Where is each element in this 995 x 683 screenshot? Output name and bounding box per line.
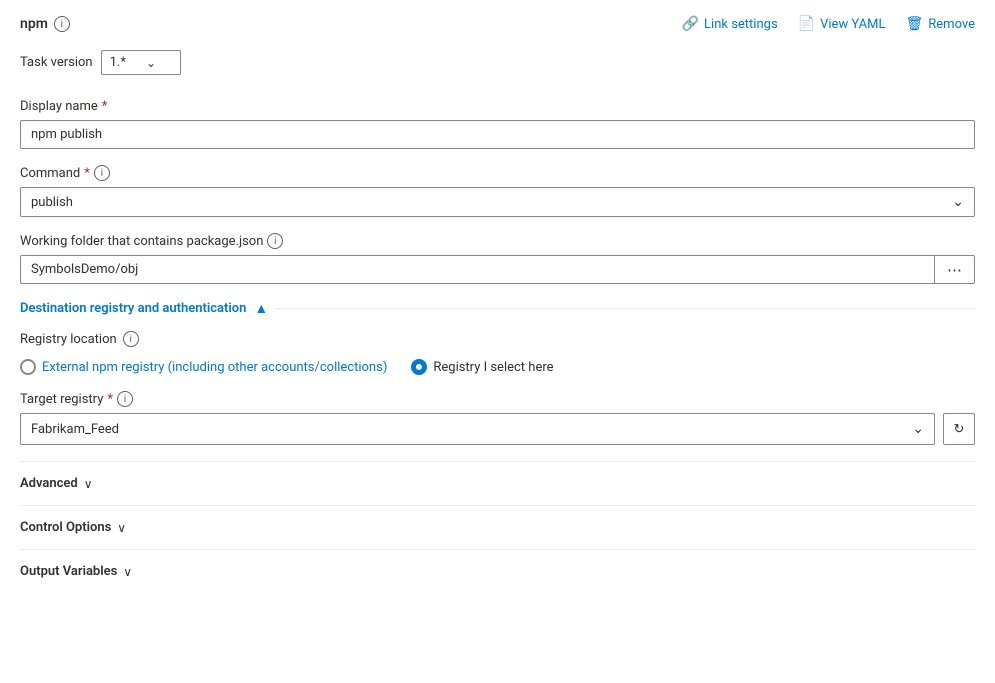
output-variables-section: Output Variables ∨ — [20, 549, 975, 593]
command-label: Command * i — [20, 165, 975, 181]
select-here-option[interactable]: Registry I select here — [411, 359, 553, 375]
destination-section-divider — [276, 308, 975, 309]
view-yaml-action[interactable]: 📄 View YAML — [798, 16, 886, 32]
header-actions: 🔗 Link settings 📄 View YAML 🗑 Remove — [682, 16, 975, 32]
advanced-section-title: Advanced — [20, 476, 78, 491]
working-folder-label: Working folder that contains package.jso… — [20, 233, 975, 249]
link-settings-label: Link settings — [704, 17, 778, 32]
output-variables-title: Output Variables — [20, 564, 117, 579]
working-folder-input[interactable] — [20, 255, 934, 284]
working-folder-row: ⋯ — [20, 255, 975, 284]
external-registry-option[interactable]: External npm registry (including other a… — [20, 359, 387, 375]
task-version-chevron-icon: ⌄ — [146, 56, 156, 70]
working-folder-field: Working folder that contains package.jso… — [20, 233, 975, 284]
command-value: publish — [31, 195, 73, 210]
remove-label: Remove — [928, 17, 975, 32]
refresh-icon: ↻ — [954, 421, 965, 437]
task-version-select[interactable]: 1.* ⌄ — [101, 50, 181, 75]
command-info-icon[interactable]: i — [94, 165, 110, 181]
task-version-row: Task version 1.* ⌄ — [20, 50, 975, 75]
select-here-label: Registry I select here — [433, 360, 553, 375]
page-container: npm i 🔗 Link settings 📄 View YAML 🗑 Remo… — [0, 0, 995, 683]
advanced-section-header[interactable]: Advanced ∨ — [20, 476, 975, 491]
display-name-label: Display name * — [20, 99, 975, 114]
header-left: npm i — [20, 16, 70, 32]
header: npm i 🔗 Link settings 📄 View YAML 🗑 Remo… — [20, 16, 975, 32]
trash-icon: 🗑 — [905, 16, 923, 32]
target-registry-row: Fabrikam_Feed ⌄ ↻ — [20, 413, 975, 445]
display-name-required: * — [102, 99, 108, 114]
task-version-label: Task version — [20, 55, 93, 70]
target-registry-chevron-icon: ⌄ — [912, 421, 924, 437]
header-info-icon[interactable]: i — [54, 16, 70, 32]
display-name-field: Display name * — [20, 99, 975, 149]
target-registry-refresh-button[interactable]: ↻ — [943, 413, 975, 445]
output-variables-section-header[interactable]: Output Variables ∨ — [20, 564, 975, 579]
destination-section-title: Destination registry and authentication — [20, 301, 246, 316]
advanced-chevron-icon: ∨ — [84, 477, 93, 491]
command-select[interactable]: publish ⌄ — [20, 187, 975, 217]
target-registry-info-icon[interactable]: i — [117, 391, 133, 407]
yaml-icon: 📄 — [798, 16, 815, 32]
target-registry-value: Fabrikam_Feed — [31, 422, 119, 437]
link-settings-action[interactable]: 🔗 Link settings — [682, 16, 778, 32]
display-name-input[interactable] — [20, 120, 975, 149]
external-registry-label: External npm registry (including other a… — [42, 360, 387, 375]
link-icon: 🔗 — [682, 16, 699, 32]
target-registry-required: * — [107, 392, 113, 407]
page-title: npm — [20, 16, 48, 32]
command-chevron-icon: ⌄ — [952, 194, 964, 210]
control-options-title: Control Options — [20, 520, 111, 535]
remove-action[interactable]: 🗑 Remove — [905, 16, 975, 32]
target-registry-select[interactable]: Fabrikam_Feed ⌄ — [20, 413, 935, 445]
output-variables-chevron-icon: ∨ — [123, 565, 132, 579]
destination-section-heading: Destination registry and authentication … — [20, 300, 975, 317]
control-options-section: Control Options ∨ — [20, 505, 975, 549]
advanced-section: Advanced ∨ — [20, 461, 975, 505]
view-yaml-label: View YAML — [820, 17, 885, 32]
task-version-value: 1.* — [110, 55, 126, 70]
destination-section-chevron-icon[interactable]: ▲ — [254, 300, 268, 317]
select-here-radio[interactable] — [411, 359, 427, 375]
control-options-section-header[interactable]: Control Options ∨ — [20, 520, 975, 535]
working-folder-info-icon[interactable]: i — [267, 233, 283, 249]
registry-options: External npm registry (including other a… — [20, 359, 975, 375]
ellipsis-icon: ⋯ — [947, 261, 962, 279]
registry-location-info-icon[interactable]: i — [123, 331, 139, 347]
command-required: * — [84, 166, 90, 181]
target-registry-field: Target registry * i Fabrikam_Feed ⌄ ↻ — [20, 391, 975, 445]
registry-location-label: Registry location — [20, 332, 117, 347]
command-field: Command * i publish ⌄ — [20, 165, 975, 217]
control-options-chevron-icon: ∨ — [117, 521, 126, 535]
registry-location-row: Registry location i — [20, 331, 975, 347]
working-folder-ellipsis-button[interactable]: ⋯ — [934, 255, 975, 284]
target-registry-label: Target registry * i — [20, 391, 975, 407]
external-registry-radio[interactable] — [20, 359, 36, 375]
